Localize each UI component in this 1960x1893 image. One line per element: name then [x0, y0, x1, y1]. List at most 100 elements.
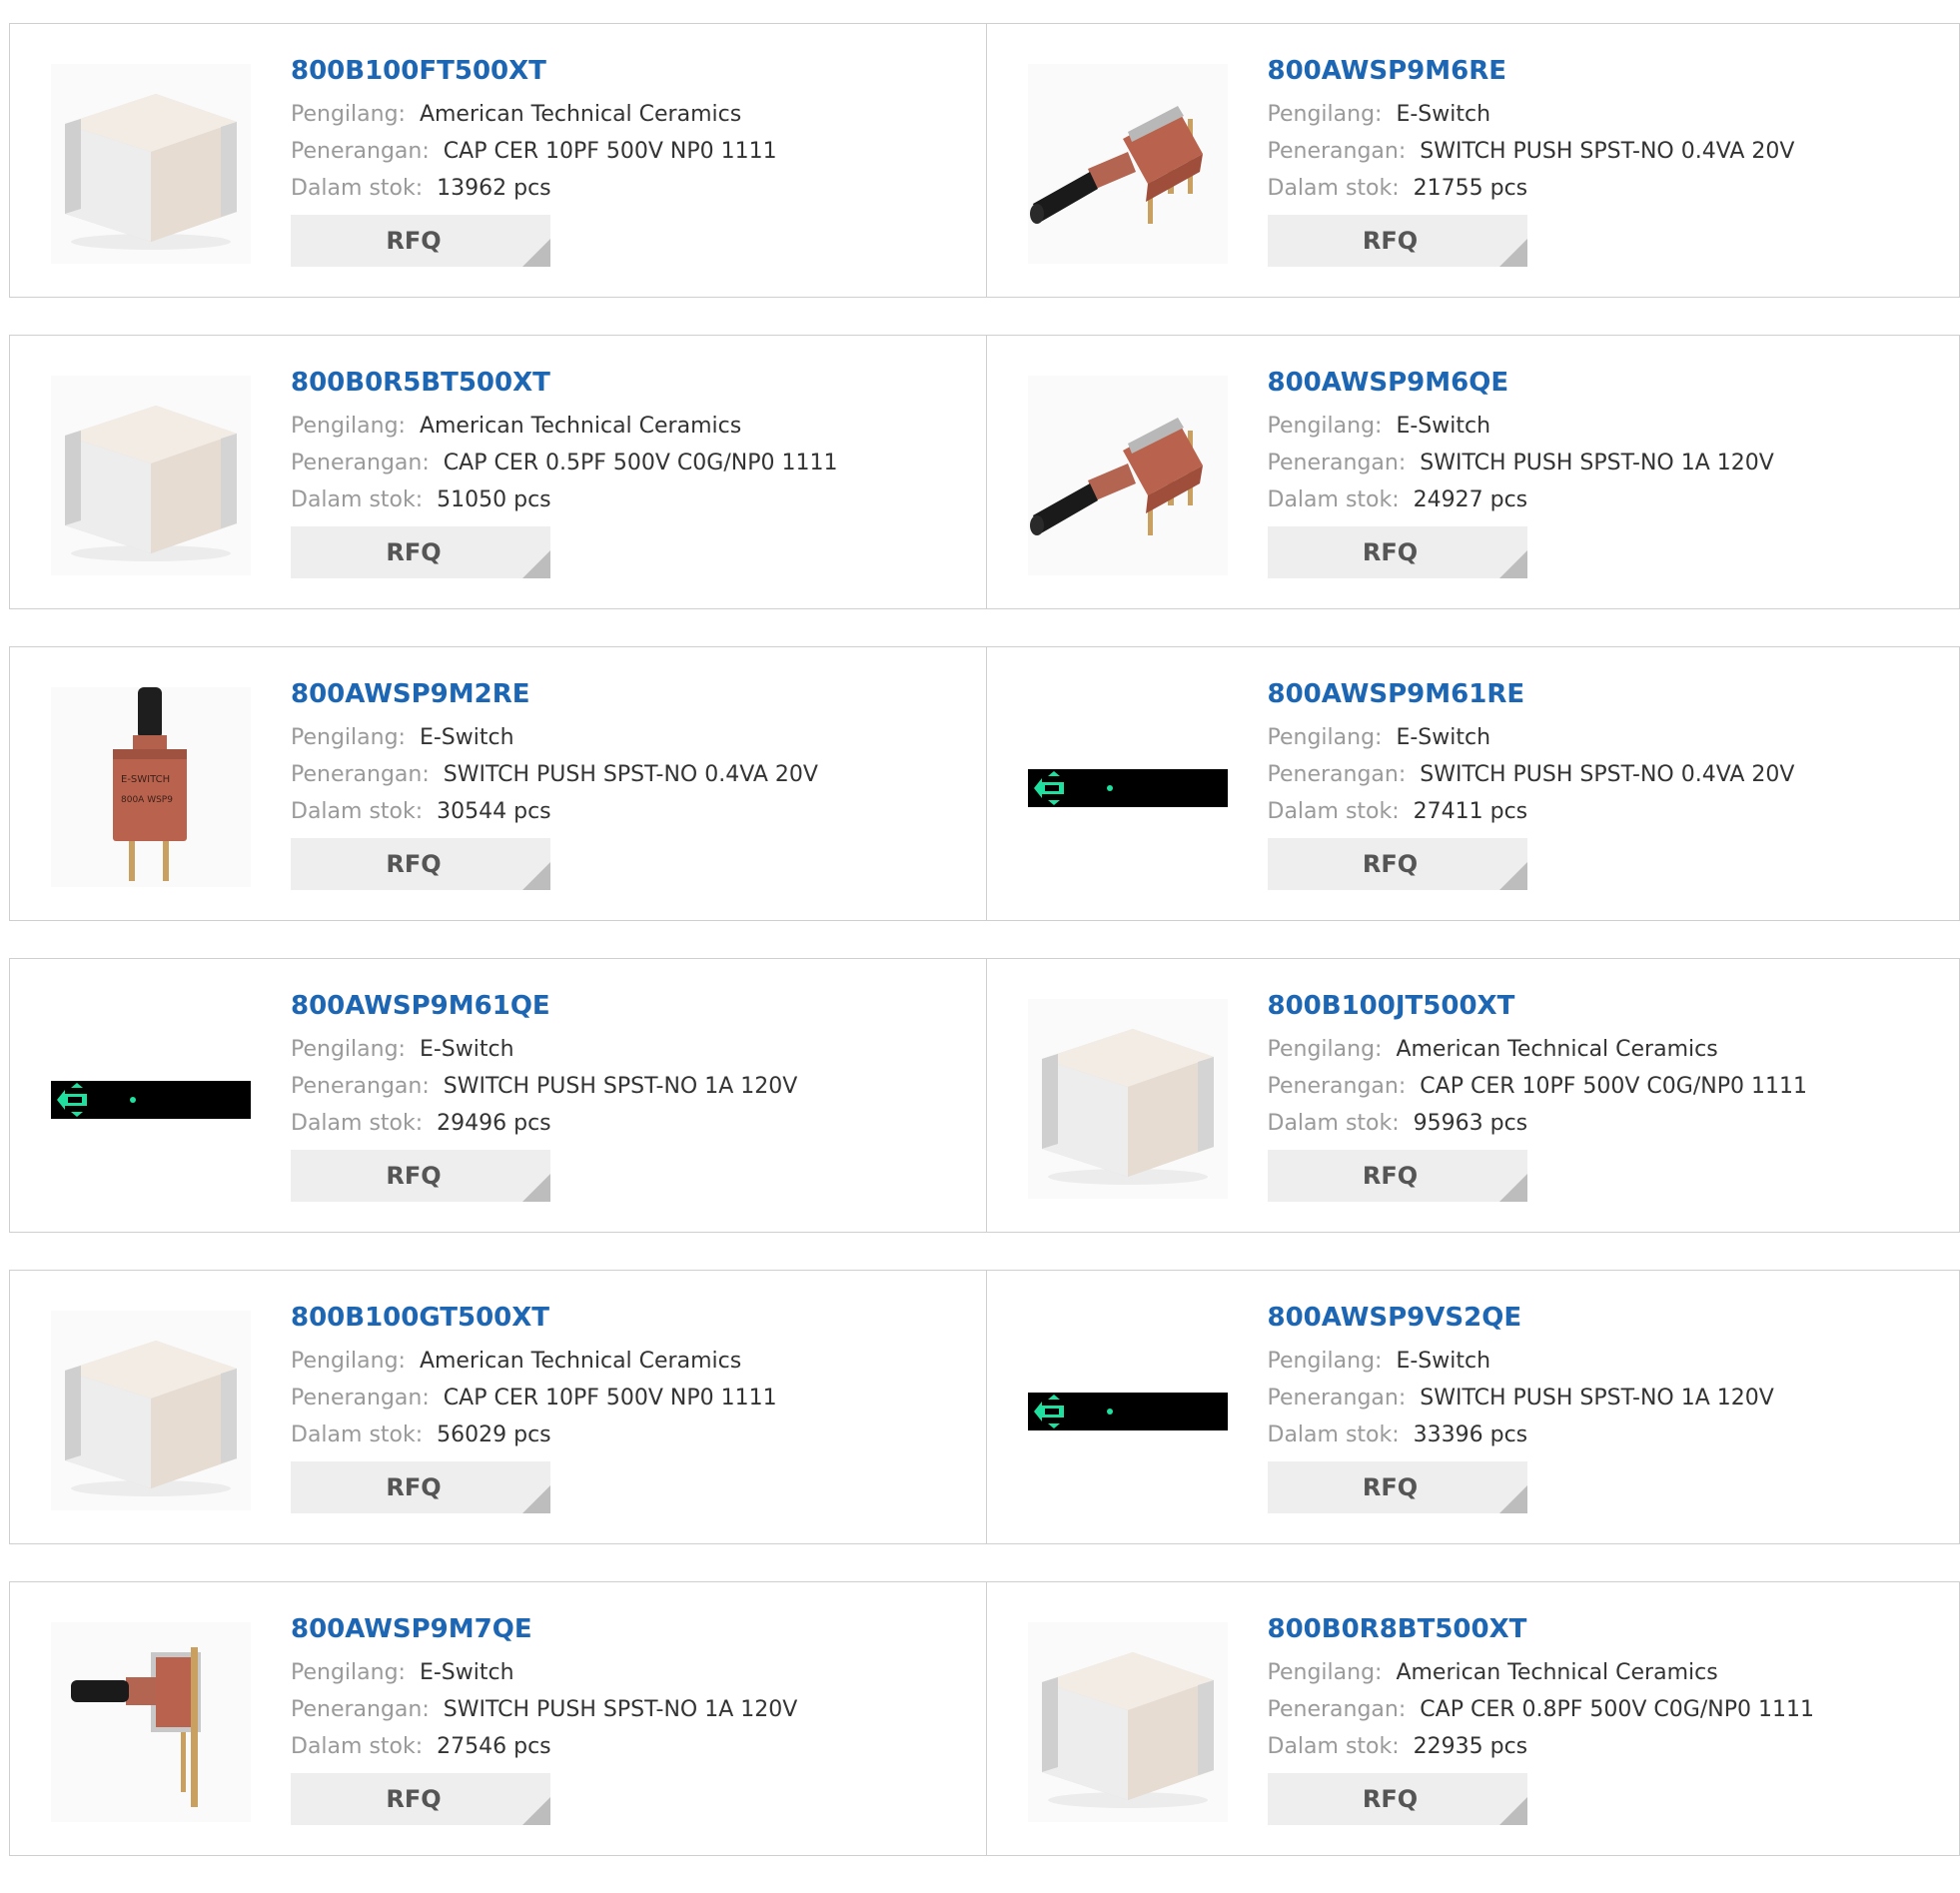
manufacturer-value: American Technical Ceramics — [420, 102, 741, 127]
manufacturer-row: Pengilang:American Technical Ceramics — [1268, 1031, 1807, 1068]
part-number-link[interactable]: 800B0R5BT500XT — [291, 364, 837, 402]
placeholder-image[interactable] — [1028, 1311, 1228, 1510]
switch-rightangle-image[interactable] — [51, 1622, 251, 1822]
capacitor-image[interactable] — [1028, 1622, 1228, 1822]
manufacturer-row: Pengilang:E-Switch — [291, 719, 818, 756]
rfq-button[interactable]: RFQ — [291, 215, 550, 267]
description-value: SWITCH PUSH SPST-NO 0.4VA 20V — [1420, 139, 1794, 164]
product-card: 800AWSP9M6QE Pengilang:E-Switch Penerang… — [987, 335, 1960, 609]
rfq-button-label: RFQ — [1363, 227, 1418, 255]
description-row: Penerangan:SWITCH PUSH SPST-NO 1A 120V — [291, 1691, 797, 1728]
manufacturer-row: Pengilang:American Technical Ceramics — [291, 1343, 777, 1380]
description-value: SWITCH PUSH SPST-NO 0.4VA 20V — [444, 762, 818, 787]
manufacturer-label: Pengilang: — [291, 414, 406, 439]
description-label: Penerangan: — [1268, 762, 1407, 787]
stock-label: Dalam stok: — [1268, 487, 1400, 512]
rfq-button-label: RFQ — [386, 538, 441, 566]
product-card: E-SWITCH 800A WSP9 800AWSP9M2RE Pengilan… — [9, 646, 987, 921]
manufacturer-label: Pengilang: — [1268, 1037, 1383, 1062]
capacitor-image[interactable] — [51, 376, 251, 575]
description-row: Penerangan: CAP CER 0.8PF 500V C0G/NP0 11… — [1268, 1691, 1814, 1728]
manufacturer-row: Pengilang:E-Switch — [291, 1031, 797, 1068]
description-value: SWITCH PUSH SPST-NO 1A 120V — [1420, 1386, 1774, 1411]
manufacturer-label: Pengilang: — [1268, 102, 1383, 127]
manufacturer-row: Pengilang: E-Switch — [1268, 96, 1795, 133]
manufacturer-row: Pengilang:E-Switch — [1268, 408, 1774, 445]
part-number-link[interactable]: 800AWSP9M61RE — [1268, 675, 1795, 713]
rfq-button[interactable]: RFQ — [1268, 1773, 1527, 1825]
part-number-link[interactable]: 800B100JT500XT — [1268, 987, 1807, 1025]
stock-label: Dalam stok: — [291, 1734, 423, 1759]
rfq-button[interactable]: RFQ — [1268, 215, 1527, 267]
part-number-link[interactable]: 800AWSP9M6QE — [1268, 364, 1774, 402]
rfq-button-label: RFQ — [1363, 850, 1418, 878]
corner-triangle-icon — [1499, 239, 1527, 267]
stock-label: Dalam stok: — [291, 487, 423, 512]
description-row: Penerangan:SWITCH PUSH SPST-NO 0.4VA 20V — [1268, 133, 1795, 170]
stock-row: Dalam stok:27546 pcs — [291, 1728, 797, 1765]
stock-label: Dalam stok: — [1268, 1111, 1400, 1136]
part-number-link[interactable]: 800AWSP9M61QE — [291, 987, 797, 1025]
part-number-link[interactable]: 800AWSP9VS2QE — [1268, 1299, 1774, 1337]
rfq-button-label: RFQ — [386, 850, 441, 878]
stock-row: Dalam stok:27411 pcs — [1268, 793, 1795, 830]
rfq-button[interactable]: RFQ — [1268, 526, 1527, 578]
rfq-button[interactable]: RFQ — [291, 838, 550, 890]
description-label: Penerangan: — [291, 451, 430, 475]
manufacturer-value: E-Switch — [420, 725, 514, 750]
placeholder-image[interactable] — [1028, 687, 1228, 887]
product-card: 800AWSP9M61RE Pengilang:E-Switch Peneran… — [987, 646, 1960, 921]
manufacturer-row: Pengilang:E-Switch — [291, 1654, 797, 1691]
product-card: 800B100FT500XT Pengilang:American Techni… — [9, 23, 987, 298]
switch-angled-image[interactable] — [1028, 64, 1228, 264]
product-card: 800AWSP9M7QE Pengilang:E-Switch Penerang… — [9, 1581, 987, 1856]
description-label: Penerangan: — [291, 1074, 430, 1099]
part-number-link[interactable]: 800AWSP9M6RE — [1268, 52, 1795, 90]
description-label: Penerangan: — [291, 762, 430, 787]
part-number-link[interactable]: 800B0R8BT500XT — [1268, 1610, 1814, 1648]
stock-row: Dalam stok:13962 pcs — [291, 170, 777, 207]
rfq-button[interactable]: RFQ — [291, 1150, 550, 1202]
product-row: 800B0R5BT500XT Pengilang:American Techni… — [9, 335, 1960, 609]
part-number-link[interactable]: 800B100GT500XT — [291, 1299, 777, 1337]
part-number-link[interactable]: 800AWSP9M7QE — [291, 1610, 797, 1648]
description-value: CAP CER 0.8PF 500V C0G/NP0 1111 — [1420, 1697, 1814, 1722]
stock-row: Dalam stok:56029 pcs — [291, 1417, 777, 1453]
switch-vertical-image[interactable]: E-SWITCH 800A WSP9 — [51, 687, 251, 887]
manufacturer-row: Pengilang:American Technical Ceramics — [1268, 1654, 1814, 1691]
capacitor-image[interactable] — [51, 1311, 251, 1510]
description-row: Penerangan: CAP CER 10PF 500V NP0 1111 — [291, 1380, 777, 1417]
description-value: CAP CER 10PF 500V NP0 1111 — [444, 139, 777, 164]
stock-row: Dalam stok:24927 pcs — [1268, 481, 1774, 518]
part-number-link[interactable]: 800B100FT500XT — [291, 52, 777, 90]
switch-angled-image[interactable] — [1028, 376, 1228, 575]
capacitor-image[interactable] — [1028, 999, 1228, 1199]
product-card: 800AWSP9VS2QE Pengilang:E-Switch Peneran… — [987, 1270, 1960, 1544]
rfq-button[interactable]: RFQ — [291, 1461, 550, 1513]
description-value: CAP CER 10PF 500V NP0 1111 — [444, 1386, 777, 1411]
corner-triangle-icon — [522, 862, 550, 890]
manufacturer-value: E-Switch — [1396, 102, 1490, 127]
description-label: Penerangan: — [1268, 1386, 1407, 1411]
manufacturer-value: E-Switch — [420, 1660, 514, 1685]
part-number-link[interactable]: 800AWSP9M2RE — [291, 675, 818, 713]
description-row: Penerangan:SWITCH PUSH SPST-NO 1A 120V — [291, 1068, 797, 1105]
corner-triangle-icon — [1499, 550, 1527, 578]
stock-value: 13962 pcs — [437, 176, 551, 201]
rfq-button-label: RFQ — [1363, 1162, 1418, 1190]
rfq-button[interactable]: RFQ — [1268, 838, 1527, 890]
corner-triangle-icon — [1499, 1485, 1527, 1513]
stock-row: Dalam stok:51050 pcs — [291, 481, 837, 518]
description-label: Penerangan: — [1268, 1697, 1407, 1722]
rfq-button[interactable]: RFQ — [1268, 1461, 1527, 1513]
rfq-button[interactable]: RFQ — [291, 526, 550, 578]
rfq-button[interactable]: RFQ — [291, 1773, 550, 1825]
stock-label: Dalam stok: — [291, 1111, 423, 1136]
rfq-button[interactable]: RFQ — [1268, 1150, 1527, 1202]
product-card: 800B100GT500XT Pengilang:American Techni… — [9, 1270, 987, 1544]
description-label: Penerangan: — [291, 1386, 430, 1411]
manufacturer-value: E-Switch — [1396, 414, 1490, 439]
placeholder-image[interactable] — [51, 999, 251, 1199]
description-value: SWITCH PUSH SPST-NO 1A 120V — [1420, 451, 1774, 475]
capacitor-image[interactable] — [51, 64, 251, 264]
